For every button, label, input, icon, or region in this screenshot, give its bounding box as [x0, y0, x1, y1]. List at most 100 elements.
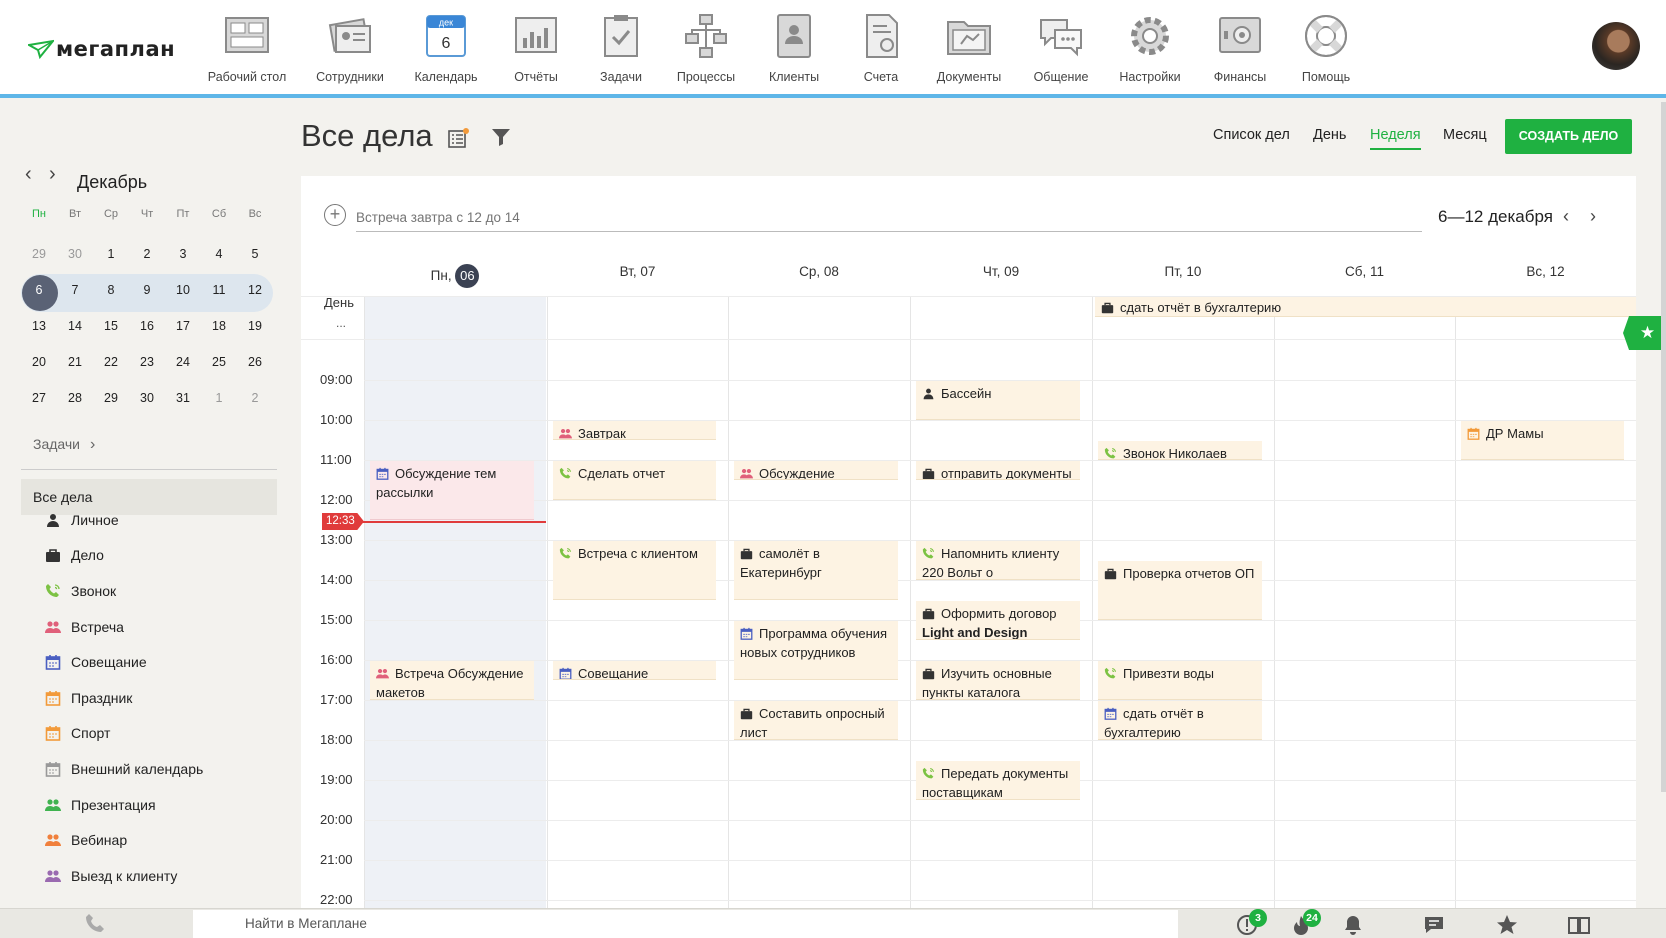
calendar-event[interactable]: Совещание Николаев — [553, 661, 716, 680]
next-week-button[interactable]: › — [1590, 206, 1596, 227]
category-item[interactable]: Выезд к клиенту — [45, 865, 177, 887]
mini-calendar-day[interactable]: 6 — [24, 275, 54, 305]
nav-item-settings[interactable]: Настройки — [1105, 12, 1195, 84]
nav-item-help[interactable]: Помощь — [1281, 12, 1371, 84]
calendar-event[interactable]: самолёт в Екатеринбург — [734, 541, 898, 600]
day-header[interactable]: Вс, 12 — [1455, 264, 1636, 279]
mini-calendar-day[interactable]: 24 — [168, 347, 198, 377]
mini-calendar-day[interactable]: 7 — [60, 275, 90, 305]
mini-calendar-day[interactable]: 29 — [96, 383, 126, 413]
bell-icon[interactable] — [1342, 914, 1364, 936]
day-header[interactable]: Пт, 10 — [1092, 264, 1274, 279]
mini-calendar-day[interactable]: 28 — [60, 383, 90, 413]
filter-icon[interactable] — [490, 126, 512, 148]
calendar-event[interactable]: сдать отчёт в бухгалтерию — [1098, 701, 1262, 740]
calendar-event[interactable]: Оформить договор Light and Design — [916, 601, 1080, 640]
create-task-button[interactable]: СОЗДАТЬ ДЕЛО — [1505, 119, 1632, 154]
page-scrollbar[interactable] — [1661, 102, 1666, 792]
mini-calendar-day[interactable]: 2 — [240, 383, 270, 413]
mini-calendar-day[interactable]: 18 — [204, 311, 234, 341]
favorites-star-icon[interactable] — [1496, 914, 1518, 936]
nav-item-finance[interactable]: Финансы — [1195, 12, 1285, 84]
add-icon[interactable]: + — [324, 204, 346, 226]
calendar-event[interactable]: Привезти воды — [1098, 661, 1262, 700]
day-header[interactable]: Сб, 11 — [1274, 264, 1455, 279]
mini-calendar-day[interactable]: 8 — [96, 275, 126, 305]
nav-item-documents[interactable]: Документы — [924, 12, 1014, 84]
mini-calendar-day[interactable]: 16 — [132, 311, 162, 341]
nav-item-chat[interactable]: Общение — [1016, 12, 1106, 84]
calendar-event[interactable]: Встреча Обсуждение макетов — [370, 661, 534, 700]
mini-calendar-day[interactable]: 9 — [132, 275, 162, 305]
calendar-event[interactable]: Встреча с клиентом — [553, 541, 716, 600]
mini-calendar-day[interactable]: 20 — [24, 347, 54, 377]
calendar-event[interactable]: Бассейн — [916, 381, 1080, 420]
category-item[interactable]: Дело — [45, 544, 104, 566]
nav-item-employees[interactable]: Сотрудники — [305, 12, 395, 84]
view-tab[interactable]: День — [1313, 127, 1346, 143]
nav-item-desktop[interactable]: Рабочий стол — [202, 12, 292, 84]
mini-calendar-day[interactable]: 17 — [168, 311, 198, 341]
mini-calendar-day[interactable]: 1 — [204, 383, 234, 413]
category-item[interactable]: Звонок — [45, 580, 116, 602]
view-tab[interactable]: Неделя — [1370, 127, 1421, 150]
calendar-event[interactable]: Завтрак — [553, 421, 716, 440]
calendar-event[interactable]: отправить документы — [916, 461, 1080, 480]
category-item[interactable]: Внешний календарь — [45, 758, 203, 780]
mini-calendar-day[interactable]: 13 — [24, 311, 54, 341]
mini-calendar-day[interactable]: 29 — [24, 239, 54, 269]
prev-week-button[interactable]: ‹ — [1563, 206, 1569, 227]
category-item[interactable]: Презентация — [45, 794, 156, 816]
calendar-event[interactable]: Обсуждение — [734, 461, 898, 480]
favorite-star-tab[interactable]: ★ — [1623, 316, 1666, 350]
calendar-event[interactable]: ДР Мамы — [1461, 421, 1624, 460]
guide-book-icon[interactable] — [1568, 914, 1590, 936]
calendar-event[interactable]: Звонок Николаев — [1098, 441, 1262, 460]
nav-item-invoices[interactable]: Счета — [836, 12, 926, 84]
mini-calendar-day[interactable]: 31 — [168, 383, 198, 413]
task-list-icon[interactable] — [448, 128, 470, 148]
quick-add-input[interactable] — [356, 204, 1422, 232]
day-header[interactable]: Вт, 07 — [547, 264, 728, 279]
nav-item-calendar[interactable]: дек 6 Календарь — [401, 12, 491, 84]
calendar-event[interactable]: Сделать отчет — [553, 461, 716, 500]
nav-item-tasks[interactable]: Задачи — [576, 12, 666, 84]
mini-calendar-day[interactable]: 15 — [96, 311, 126, 341]
nav-item-reports[interactable]: Отчёты — [491, 12, 581, 84]
mini-calendar-day[interactable]: 10 — [168, 275, 198, 305]
category-item[interactable]: Спорт — [45, 722, 110, 744]
mini-calendar-day[interactable]: 25 — [204, 347, 234, 377]
nav-item-processes[interactable]: Процессы — [661, 12, 751, 84]
calendar-event[interactable]: Обсуждение тем рассылки — [370, 461, 534, 520]
mini-calendar-day[interactable]: 1 — [96, 239, 126, 269]
mini-calendar-day[interactable]: 27 — [24, 383, 54, 413]
mini-calendar-day[interactable]: 26 — [240, 347, 270, 377]
phone-icon[interactable] — [84, 912, 106, 934]
calendar-event[interactable]: Изучить основные пункты каталога — [916, 661, 1080, 700]
allday-event[interactable]: сдать отчёт в бухгалтерию — [1095, 297, 1636, 317]
calendar-event[interactable]: Программа обучения новых сотрудников — [734, 621, 898, 680]
mini-calendar-day[interactable]: 2 — [132, 239, 162, 269]
day-header[interactable]: Пн, 06 — [364, 264, 546, 288]
tasks-link[interactable]: Задачи › — [33, 436, 95, 454]
mini-calendar-day[interactable]: 11 — [204, 275, 234, 305]
view-tab[interactable]: Месяц — [1443, 127, 1487, 143]
mini-calendar-day[interactable]: 12 — [240, 275, 270, 305]
mini-calendar-day[interactable]: 30 — [60, 239, 90, 269]
category-item[interactable]: Совещание — [45, 651, 147, 673]
mini-calendar-day[interactable]: 5 — [240, 239, 270, 269]
next-month-button[interactable]: › — [49, 163, 56, 186]
mini-calendar-day[interactable]: 4 — [204, 239, 234, 269]
messages-icon[interactable] — [1423, 914, 1445, 936]
megaplan-logo[interactable]: мегаплан — [28, 34, 175, 64]
user-avatar[interactable] — [1592, 22, 1640, 70]
category-item[interactable]: Праздник — [45, 687, 132, 709]
mini-calendar-day[interactable]: 14 — [60, 311, 90, 341]
allday-more-button[interactable]: ... — [336, 316, 346, 330]
nav-item-clients[interactable]: Клиенты — [749, 12, 839, 84]
mini-calendar-day[interactable]: 3 — [168, 239, 198, 269]
calendar-event[interactable]: Составить опросный лист — [734, 701, 898, 740]
global-search[interactable]: Найти в Мегаплане — [193, 910, 1178, 938]
mini-calendar-day[interactable]: 21 — [60, 347, 90, 377]
mini-calendar-day[interactable]: 22 — [96, 347, 126, 377]
